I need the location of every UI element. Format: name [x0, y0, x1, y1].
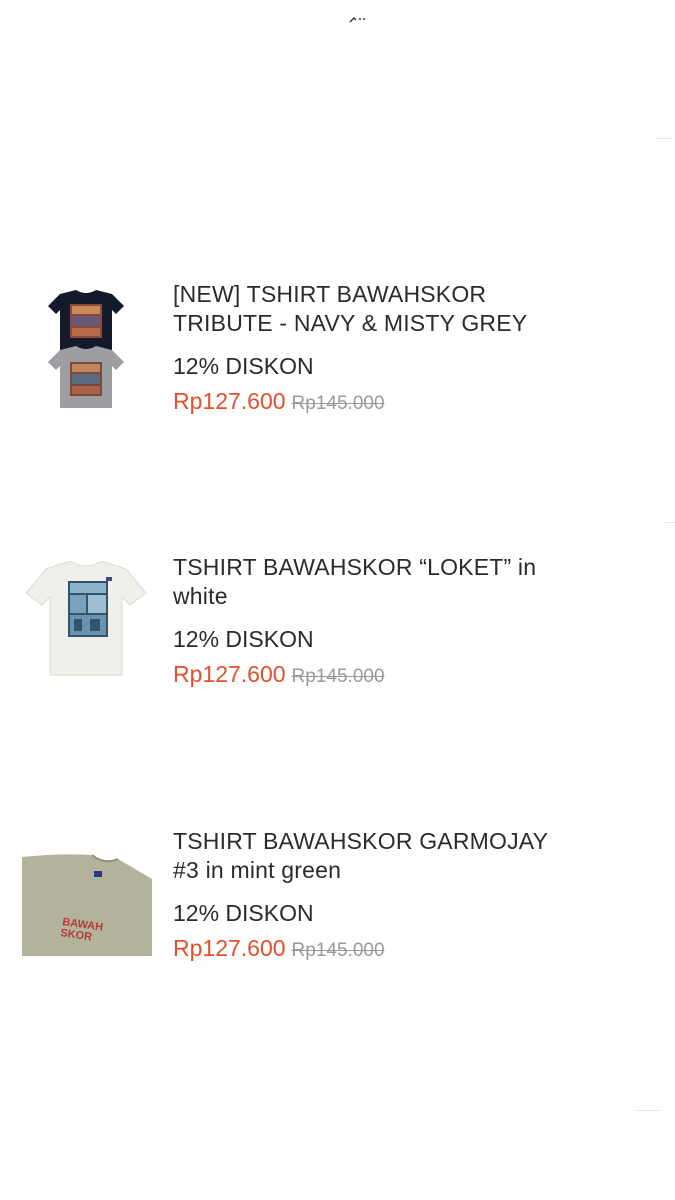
- discount-label: 12% DISKON: [173, 626, 314, 652]
- product-title[interactable]: TSHIRT BAWAHSKOR GARMOJAY #3 in mint gre…: [173, 827, 643, 885]
- sale-price: Rp127.600: [173, 661, 286, 687]
- product-title-line: TSHIRT BAWAHSKOR “LOKET” in: [173, 554, 537, 580]
- original-price: Rp145.000: [291, 393, 385, 414]
- product-title-line: TSHIRT BAWAHSKOR GARMOJAY: [173, 828, 549, 854]
- product-info: [NEW] TSHIRT BAWAHSKOR TRIBUTE - NAVY & …: [173, 280, 643, 415]
- product-title-line: TRIBUTE - NAVY & MISTY GREY: [173, 310, 528, 336]
- product-info: TSHIRT BAWAHSKOR “LOKET” in white 12% DI…: [173, 553, 643, 688]
- tshirt-white-loket-photo: [25, 561, 147, 676]
- scan-speck: [655, 138, 673, 139]
- product-title-line: [NEW] TSHIRT BAWAHSKOR: [173, 281, 487, 307]
- sale-price: Rp127.600: [173, 935, 286, 961]
- discount-label: 12% DISKON: [173, 353, 314, 379]
- product-image[interactable]: BAWAH SKOR: [22, 853, 152, 956]
- product-title-line: white: [173, 583, 228, 609]
- tshirt-mint-green-photo: BAWAH SKOR: [22, 853, 152, 956]
- original-price: Rp145.000: [291, 666, 385, 687]
- product-title-line: #3 in mint green: [173, 857, 342, 883]
- scan-speck: [636, 1110, 660, 1111]
- price-row: Rp127.600 Rp145.000: [173, 388, 643, 415]
- scan-speck: [665, 522, 675, 523]
- product-title[interactable]: TSHIRT BAWAHSKOR “LOKET” in white: [173, 553, 643, 611]
- product-info: TSHIRT BAWAHSKOR GARMOJAY #3 in mint gre…: [173, 827, 643, 962]
- product-image[interactable]: [46, 290, 126, 408]
- price-row: Rp127.600 Rp145.000: [173, 935, 643, 962]
- original-price: Rp145.000: [291, 940, 385, 961]
- product-image[interactable]: [24, 561, 148, 677]
- sale-price: Rp127.600: [173, 388, 286, 414]
- top-mark-icon: [349, 17, 365, 23]
- tshirt-navy-grey-photo: [48, 290, 124, 408]
- price-row: Rp127.600 Rp145.000: [173, 661, 643, 688]
- discount-label: 12% DISKON: [173, 900, 314, 926]
- product-title[interactable]: [NEW] TSHIRT BAWAHSKOR TRIBUTE - NAVY & …: [173, 280, 643, 338]
